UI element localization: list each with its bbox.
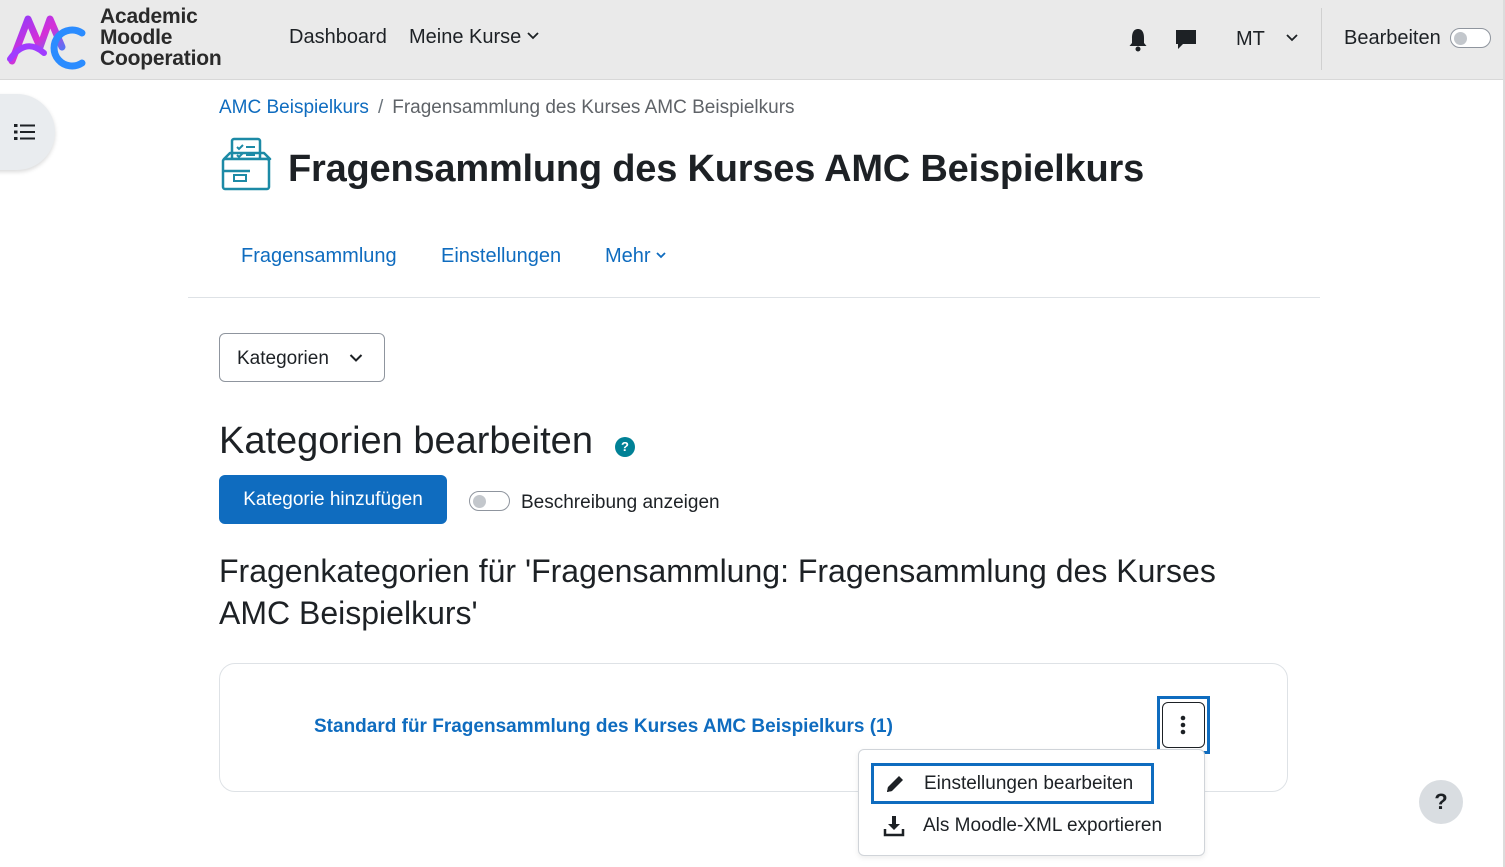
brand-line-1: Academic [100,5,198,28]
list-icon [14,124,35,140]
category-list-heading: Fragenkategorien für 'Fragensammlung: Fr… [219,553,1216,631]
user-menu-initials[interactable]: MT [1236,28,1265,51]
course-index-drawer-button[interactable] [0,94,55,170]
brand-line-2: Moodle [100,26,173,49]
help-question-icon[interactable]: ? [615,437,635,457]
edit-mode-label: Bearbeiten [1344,27,1441,49]
kebab-menu-icon [1180,715,1186,735]
category-select-value: Kategorien [237,348,329,369]
amc-logo-icon [7,15,86,70]
chevron-down-icon [655,252,666,259]
floating-help-button[interactable]: ? [1419,780,1463,824]
brand-logo-link[interactable]: Academic Moodle Cooperation [6,6,246,74]
pencil-icon [887,776,903,792]
category-actions-button[interactable] [1162,702,1205,748]
user-menu-chevron-icon[interactable] [1285,31,1299,45]
breadcrumb: AMC Beispielkurs / Fragensammlung des Kurs… [219,97,795,119]
tab-question-bank[interactable]: Fragensammlung [241,245,397,268]
category-select-dropdown[interactable]: Kategorien [219,333,385,382]
edit-mode-toggle[interactable] [1450,28,1491,48]
top-navbar: Academic Moodle Cooperation Dashboard Me… [0,0,1505,80]
messages-chat-icon[interactable] [1174,26,1198,52]
nav-my-courses-menu[interactable]: Meine Kurse [409,26,539,49]
breadcrumb-separator: / [377,97,384,118]
chevron-down-icon [527,32,539,40]
navbar-divider [1321,8,1322,70]
breadcrumb-course-link[interactable]: AMC Beispielkurs [219,97,369,118]
breadcrumb-current: Fragensammlung des Kurses AMC Beispielku… [392,97,795,118]
download-icon [883,816,905,837]
add-category-button[interactable]: Kategorie hinzufügen [219,475,447,524]
secondary-navigation: Fragensammlung Einstellungen Mehr [188,236,1320,298]
nav-my-courses-label: Meine Kurse [409,26,522,48]
section-heading: Kategorien bearbeiten [219,420,593,462]
tab-more-label: Mehr [605,245,651,267]
category-actions-menu: Einstellungen bearbeiten Als Moodle-XML … [858,749,1205,856]
category-link[interactable]: Standard für Fragensammlung des Kurses A… [314,716,893,738]
question-bank-icon [221,137,272,191]
menu-item-export-xml-label: Als Moodle-XML exportieren [923,815,1163,836]
menu-item-edit-settings[interactable]: Einstellungen bearbeiten [871,763,1154,804]
brand-line-3: Cooperation [100,47,222,70]
nav-dashboard-link[interactable]: Dashboard [289,26,387,49]
chevron-down-icon [349,354,363,362]
show-description-toggle[interactable] [469,491,510,511]
tab-more[interactable]: Mehr [605,245,667,268]
page-title: Fragensammlung des Kurses AMC Beispielku… [288,148,1145,190]
show-description-label: Beschreibung anzeigen [521,492,720,513]
tab-settings[interactable]: Einstellungen [441,245,561,268]
notification-bell-icon[interactable] [1126,26,1150,52]
menu-item-edit-settings-label: Einstellungen bearbeiten [924,773,1134,794]
menu-item-export-xml[interactable]: Als Moodle-XML exportieren [871,805,1162,846]
brand-name: Academic Moodle Cooperation [100,5,222,70]
